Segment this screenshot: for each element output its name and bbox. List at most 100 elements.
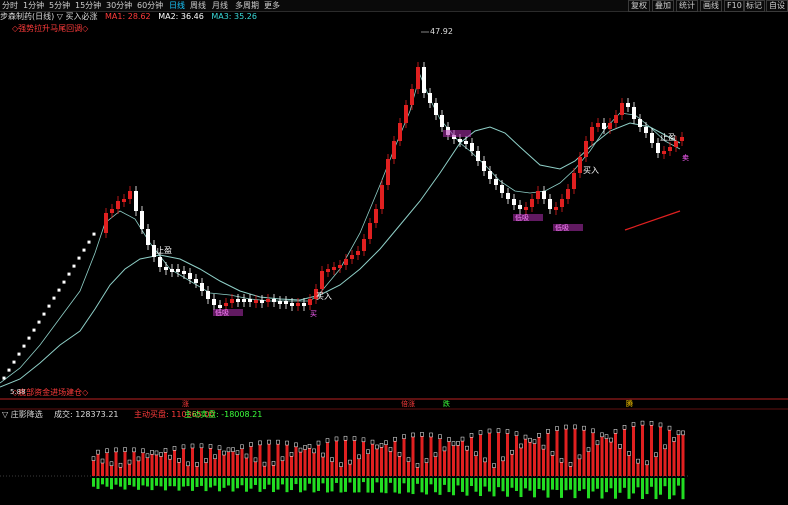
rise-label: 涨 [182, 399, 189, 408]
sell-bar [528, 478, 532, 491]
trend-line[interactable] [624, 210, 681, 231]
buy-bar [573, 428, 577, 476]
candle-body [542, 191, 546, 199]
buy-bar-cap [366, 449, 370, 454]
buy-bar-cap [334, 436, 339, 442]
buy-bar [506, 433, 509, 476]
candle-body [22, 344, 26, 348]
buy-bar-cap [384, 440, 388, 445]
sell-bar [110, 478, 113, 490]
buy-bar-cap [339, 462, 343, 467]
buy-bar [398, 456, 401, 476]
sell-bar [636, 478, 640, 488]
candle-body [320, 271, 324, 289]
buy-bar-cap [681, 430, 685, 436]
buy-bar [150, 454, 154, 476]
period-tab-60min[interactable]: 60分钟 [137, 0, 163, 11]
period-tab-weekly[interactable]: 周线 [190, 0, 206, 11]
f10-button[interactable]: F10 [724, 0, 745, 12]
period-tab-multi[interactable]: 多周期 [235, 0, 259, 11]
candle-body [596, 123, 600, 127]
mark-button[interactable]: 标记 [743, 0, 765, 12]
buy-bar [546, 433, 550, 476]
candle-body [266, 299, 270, 302]
buy-bar [312, 452, 316, 476]
sell-bar [672, 478, 676, 496]
candle-body [17, 352, 21, 356]
period-tab-15min[interactable]: 15分钟 [75, 0, 101, 11]
buy-bar [609, 442, 613, 476]
sell-bar [231, 478, 235, 492]
candle-body [42, 312, 46, 316]
sell-tag: 卖 [682, 154, 689, 162]
sell-bar [101, 478, 104, 485]
buy-bar-cap [361, 437, 366, 443]
candlestick-chart[interactable]: ◇强势拉升马尾回调◇ ◇底部资金进场建仓◇ 47.92 5.88 止盈 止盈 买… [0, 23, 788, 505]
buy-bar-cap [609, 437, 613, 443]
period-tab-more[interactable]: 更多 [264, 0, 280, 11]
sell-bar [344, 478, 347, 492]
price-high-label: 47.92 [430, 27, 453, 36]
restore-rights-button[interactable]: 复权 [628, 0, 650, 12]
sell-bar [447, 478, 451, 493]
period-tab-timeshare[interactable]: 分时 [2, 0, 18, 11]
buy-bar-cap [627, 451, 631, 456]
buy-bar-cap [109, 461, 114, 467]
buy-bar-cap [496, 428, 501, 433]
buy-bar [326, 442, 329, 476]
sell-bar [105, 478, 109, 487]
period-tab-daily[interactable]: 日线 [169, 0, 185, 11]
period-tab-30min[interactable]: 30分钟 [106, 0, 132, 11]
period-tab-5min[interactable]: 5分钟 [49, 0, 70, 11]
sell-bar [186, 478, 190, 487]
statistics-button[interactable]: 统计 [676, 0, 698, 12]
candle-body [440, 115, 444, 127]
buy-bar-cap [622, 425, 627, 430]
candle-body [12, 360, 16, 364]
buy-bar [555, 430, 559, 476]
buy-bar [191, 447, 194, 476]
sell-bar [402, 478, 406, 484]
sell-bar [384, 478, 388, 494]
buy-bar [146, 457, 149, 476]
buy-bar-cap [487, 428, 492, 434]
buy-bar-cap [258, 440, 262, 446]
draw-line-button[interactable]: 画线 [700, 0, 722, 12]
candle-body [374, 209, 378, 223]
buy-bar-cap [528, 437, 532, 443]
candle-body [482, 161, 486, 171]
buy-bar [420, 436, 424, 476]
buy-bar [335, 440, 338, 476]
buy-bar [123, 451, 127, 476]
buy-bar [299, 452, 302, 476]
buy-bar-cap [631, 422, 636, 427]
period-tab-1min[interactable]: 1分钟 [23, 0, 44, 11]
sell-bar [587, 478, 590, 499]
buy-bar-cap [127, 459, 132, 465]
sell-bar [492, 478, 496, 497]
candle-body [278, 301, 282, 304]
buy-bar-cap [505, 429, 510, 434]
buy-bar-cap [262, 461, 267, 467]
candle-body [572, 173, 576, 189]
candle-body [37, 320, 41, 324]
buy-bar [254, 461, 257, 476]
buy-bar-cap [456, 441, 460, 446]
buy-bar [587, 451, 590, 476]
sell-bar [479, 478, 482, 497]
sell-bar [659, 478, 662, 495]
sell-bar [578, 478, 581, 491]
buy-bar-cap [469, 433, 474, 438]
custom-button[interactable]: 自设 [766, 0, 788, 12]
candle-body [464, 141, 468, 144]
buy-bar-cap [204, 458, 208, 463]
candle-body [254, 300, 258, 303]
buy-bar-cap [640, 420, 645, 426]
sell-bar [429, 478, 433, 485]
candle-body [470, 143, 474, 151]
overlay-button[interactable]: 叠加 [652, 0, 674, 12]
candle-body [524, 207, 528, 210]
sell-bar [393, 478, 397, 493]
period-tab-monthly[interactable]: 月线 [212, 0, 228, 11]
buy-label-1: 买入 [316, 292, 332, 301]
